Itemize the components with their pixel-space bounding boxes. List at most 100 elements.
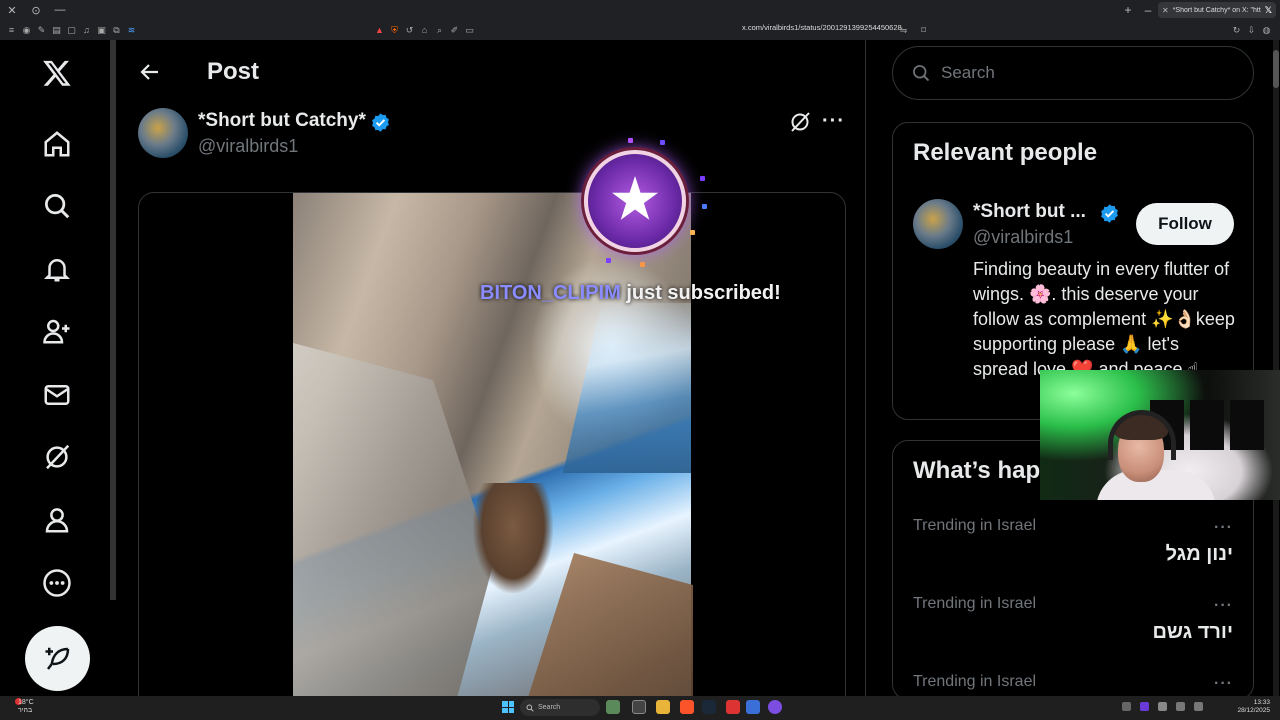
relevant-person-avatar[interactable] <box>913 199 963 249</box>
wifi-icon[interactable]: ≋ <box>124 22 139 38</box>
reload-icon[interactable]: ↻ <box>1229 22 1244 38</box>
search-box[interactable] <box>892 46 1254 100</box>
task-view-icon[interactable] <box>632 700 646 714</box>
clock-time: 13:33 <box>1253 699 1270 706</box>
brave-browser-icon[interactable] <box>680 700 694 714</box>
back-arrow-icon[interactable] <box>138 60 162 84</box>
minimize-window-icon[interactable]: — <box>48 0 72 20</box>
confetti <box>660 140 665 145</box>
trend-more-icon[interactable]: ··· <box>1214 675 1233 693</box>
more-horizontal-icon[interactable]: ··· <box>822 110 846 134</box>
app-icon[interactable] <box>746 700 760 714</box>
translate-icon[interactable]: ⇋ <box>896 22 911 38</box>
weather-description: בהיר <box>18 707 33 714</box>
messages-icon[interactable] <box>40 378 74 412</box>
main-column: Post *Short but Catchy* @viralbirds1 ··· <box>116 40 866 712</box>
weather-widget[interactable]: 18°C בהיר <box>18 699 34 715</box>
tray-icon[interactable] <box>1158 702 1167 711</box>
brave-rewards-icon[interactable]: ▲ <box>372 22 387 38</box>
profile-icon[interactable] <box>40 503 74 537</box>
browser-tab-active[interactable]: ✕ *Short but Catchy* on X: "https: 𝕏 <box>1158 2 1276 18</box>
relevant-person-handle[interactable]: @viralbirds1 <box>973 227 1073 248</box>
follow-button[interactable]: Follow <box>1136 203 1234 245</box>
compose-post-button[interactable] <box>25 626 90 691</box>
feather-icon <box>45 647 69 670</box>
widgets-icon[interactable] <box>606 700 620 714</box>
grok-icon[interactable] <box>40 440 74 474</box>
trend-item[interactable]: Trending in Israel ··· יורד גשם <box>913 595 1235 643</box>
trend-more-icon[interactable]: ··· <box>1214 519 1233 537</box>
search-icon <box>913 65 930 82</box>
trend-item[interactable]: Trending in Israel ··· ינון מגל <box>913 517 1235 565</box>
page-title: Post <box>207 58 260 85</box>
app-icon[interactable] <box>726 700 740 714</box>
trend-category: Trending in Israel <box>913 595 1037 612</box>
close-window-icon[interactable]: ✕ <box>0 0 24 20</box>
explore-icon[interactable] <box>40 189 74 223</box>
scrollbar-thumb[interactable] <box>1273 50 1279 88</box>
restore-window-icon[interactable]: ⊙ <box>24 0 48 20</box>
profile-browser-icon[interactable]: ◍ <box>1259 22 1274 38</box>
extensions-icon[interactable]: ✎ <box>34 22 49 38</box>
subscriber-star-badge: ★ <box>584 150 686 252</box>
volume-icon[interactable] <box>1194 702 1203 711</box>
bookmark-icon[interactable]: ⌑ <box>916 22 931 38</box>
screenshot-icon[interactable]: ⧉ <box>109 22 124 38</box>
menu-icon[interactable]: ≡ <box>4 22 19 38</box>
follow-icon[interactable] <box>40 314 74 348</box>
steam-icon[interactable] <box>702 700 716 714</box>
taskbar-clock[interactable]: 13:33 28/12/2025 <box>1236 699 1270 715</box>
home-browser-icon[interactable]: ⌂ <box>417 22 432 38</box>
address-bar[interactable]: x.com/viralbirds1/status/200129139925445… <box>742 23 902 32</box>
search-icon <box>526 704 534 712</box>
tab-close-icon[interactable]: ✕ <box>1162 6 1169 15</box>
history-icon[interactable]: ↺ <box>402 22 417 38</box>
page-scrollbar[interactable] <box>1273 40 1279 696</box>
x-logo-icon[interactable] <box>40 56 74 90</box>
trend-more-icon[interactable]: ··· <box>1214 597 1233 615</box>
minimize-icon[interactable]: – <box>1138 3 1158 17</box>
author-handle[interactable]: @viralbirds1 <box>198 136 298 157</box>
downloads-icon[interactable]: ⇩ <box>1244 22 1259 38</box>
post-media[interactable] <box>138 192 846 712</box>
music-icon[interactable]: ♫ <box>79 22 94 38</box>
tab-grid-icon[interactable]: ▣ <box>94 22 109 38</box>
notifications-icon[interactable] <box>40 252 74 286</box>
file-explorer-icon[interactable] <box>656 700 670 714</box>
confetti <box>628 138 633 143</box>
network-icon[interactable] <box>1176 702 1185 711</box>
search-input[interactable] <box>941 63 1221 83</box>
author-avatar[interactable] <box>138 108 188 158</box>
location-icon[interactable]: ◉ <box>19 22 34 38</box>
author-name[interactable]: *Short but Catchy* <box>198 110 366 132</box>
tray-icon[interactable] <box>1122 702 1131 711</box>
video-rock <box>293 343 493 711</box>
subscriber-name: BITON_CLIPIM <box>480 282 621 304</box>
start-button[interactable] <box>502 701 514 713</box>
relevant-person-bio: Finding beauty in every flutter of wings… <box>973 259 1235 379</box>
sidebar-icon[interactable]: ▤ <box>49 22 64 38</box>
taskbar-search[interactable]: Search <box>520 699 600 716</box>
confetti <box>702 204 707 209</box>
video-player[interactable] <box>293 193 693 711</box>
confetti <box>690 230 695 235</box>
taskbar: 18°C בהיר Search 13:33 28/12/2025 <box>0 696 1280 720</box>
home-icon[interactable] <box>40 127 74 161</box>
grok-explain-icon[interactable] <box>788 110 812 134</box>
edit-icon[interactable]: ✐ <box>447 22 462 38</box>
acoustic-panel <box>1190 400 1224 450</box>
more-options-icon[interactable] <box>40 566 74 600</box>
reader-icon[interactable]: ▢ <box>64 22 79 38</box>
new-tab-icon[interactable]: + <box>1118 3 1138 17</box>
cast-icon[interactable]: ▭ <box>462 22 477 38</box>
video-sky <box>563 303 691 473</box>
trend-item[interactable]: Trending in Israel ··· <box>913 673 1235 693</box>
x-favicon-icon: 𝕏 <box>1264 4 1272 15</box>
brave-shield-icon[interactable]: ⛨ <box>387 22 402 38</box>
tray-icon[interactable] <box>1140 702 1149 711</box>
trend-category: Trending in Israel <box>913 517 1037 534</box>
obs-icon[interactable] <box>768 700 782 714</box>
taskbar-search-label: Search <box>538 704 561 711</box>
zoom-icon[interactable]: ⌕ <box>432 22 447 38</box>
relevant-person-name[interactable]: *Short but ... <box>973 201 1086 223</box>
